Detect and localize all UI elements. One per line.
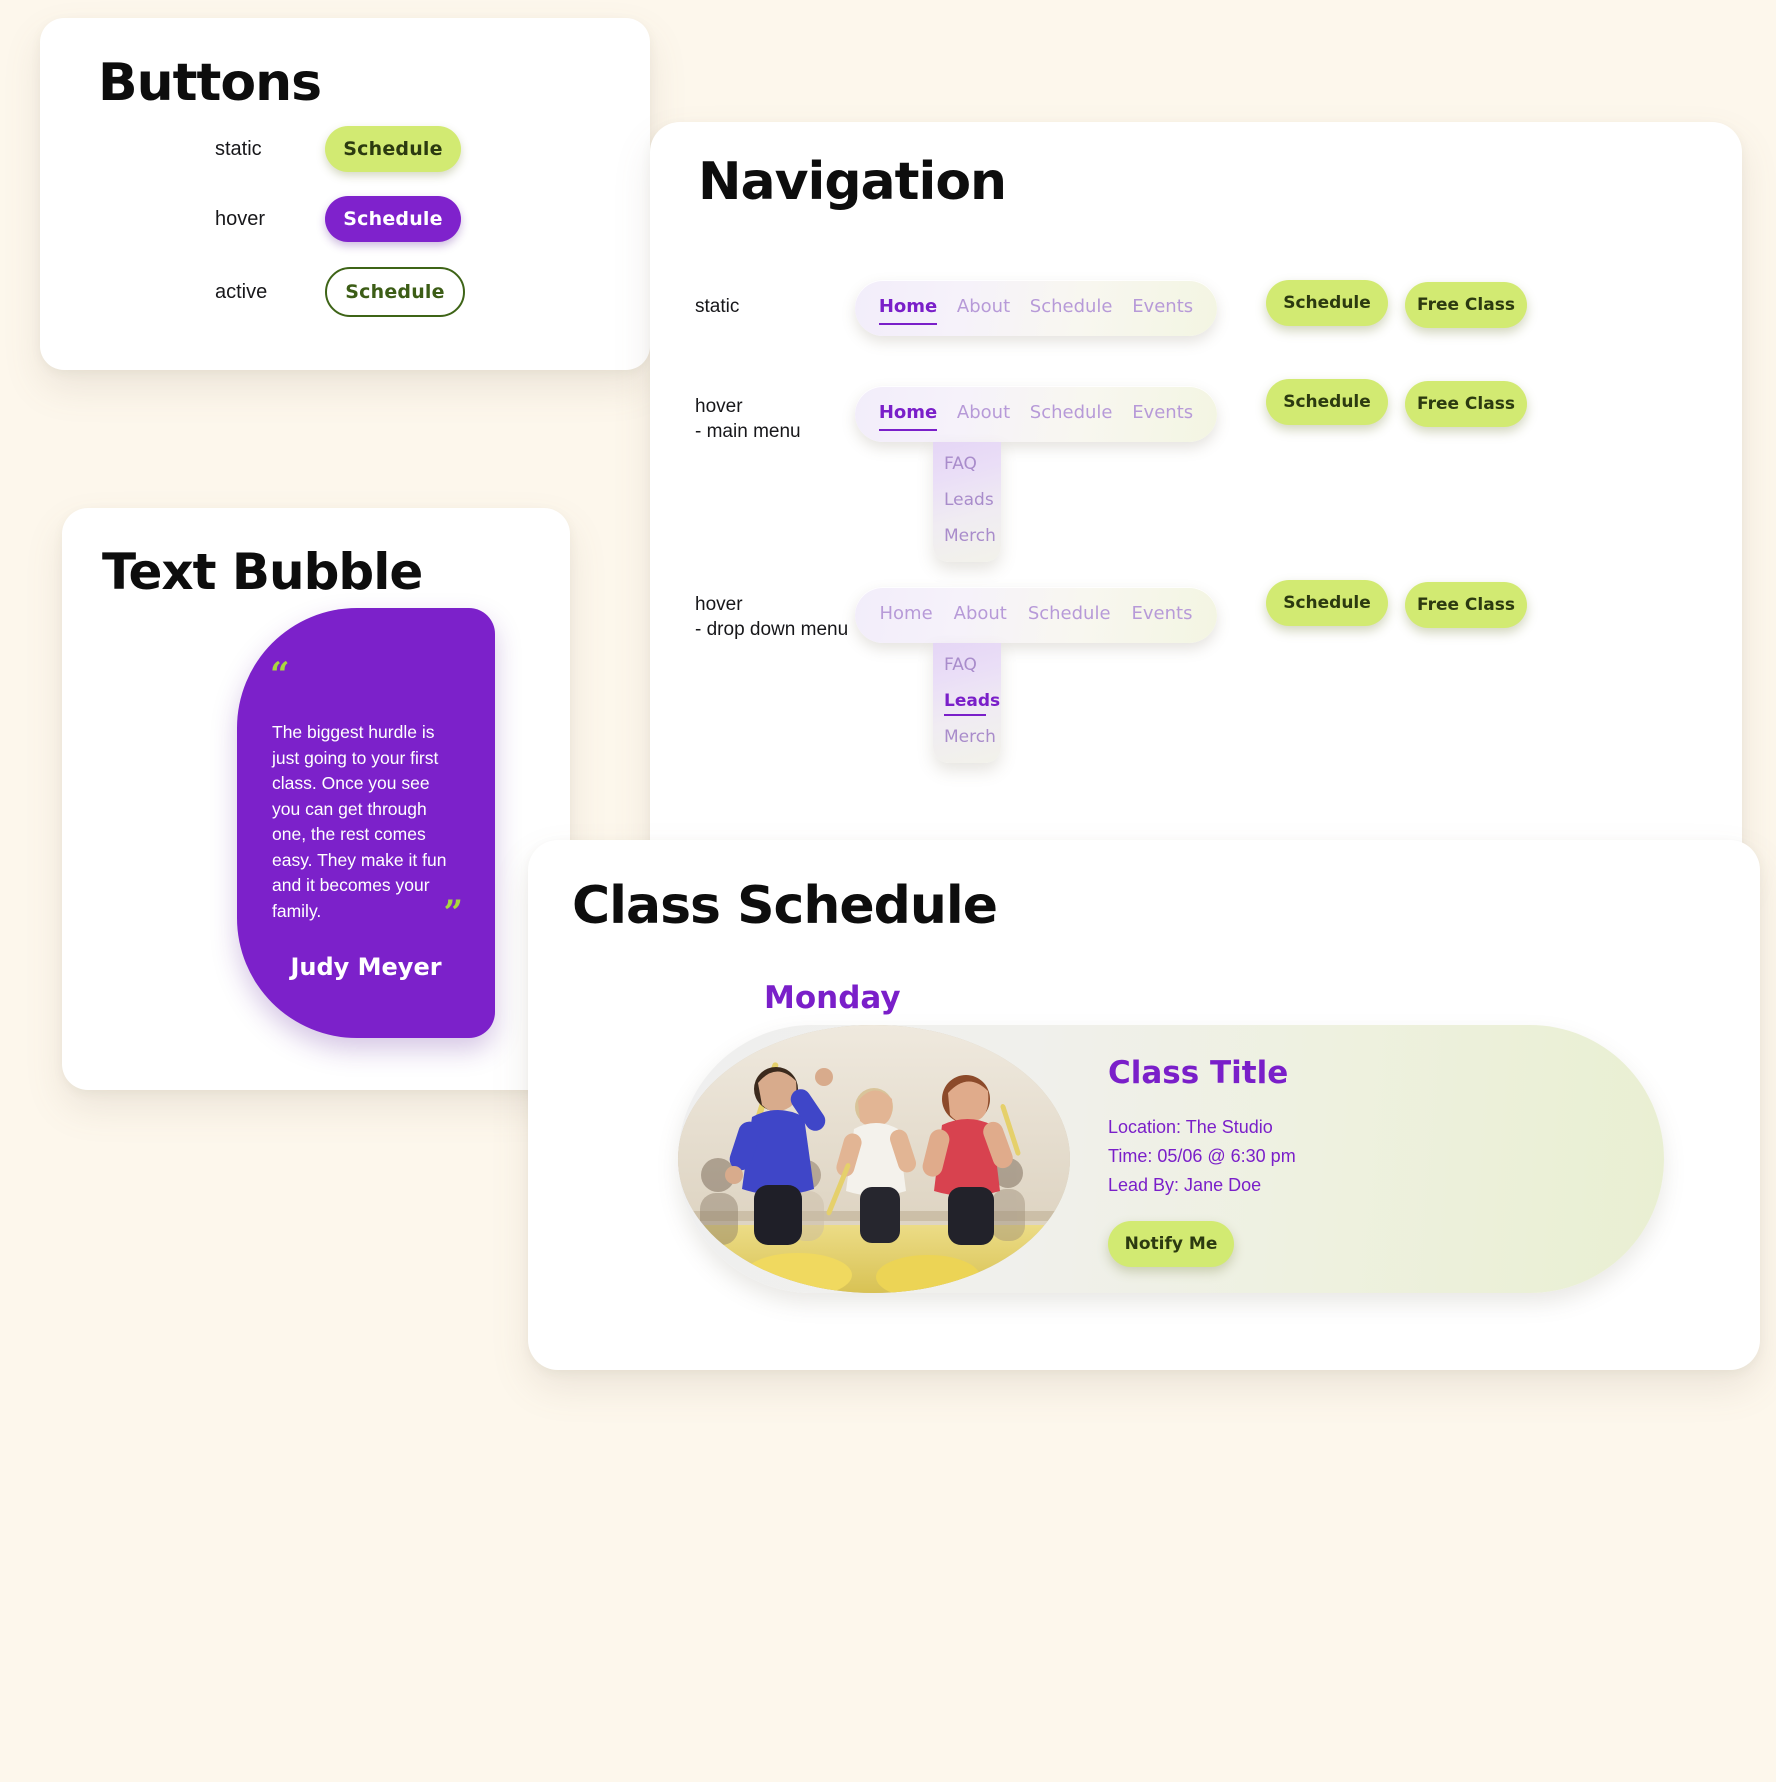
nav-link-schedule-static[interactable]: Schedule — [1030, 296, 1113, 320]
nav-link-home-hover-dropdown[interactable]: Home — [879, 603, 932, 627]
class-photo — [678, 1025, 1070, 1293]
nav-free-class-button-hover-main[interactable]: Free Class — [1405, 381, 1527, 427]
nav-link-schedule-hover-dropdown[interactable]: Schedule — [1028, 603, 1111, 627]
button-state-label-active: active — [215, 280, 268, 303]
schedule-button-static[interactable]: Schedule — [325, 126, 461, 172]
button-row-active: active Schedule — [215, 267, 465, 317]
navbar-hover-dropdown[interactable]: Home About Schedule Events — [855, 587, 1217, 643]
nav-state-label-hover-dropdown: hover - drop down menu — [695, 594, 849, 641]
nav-schedule-button-hover-dropdown[interactable]: Schedule — [1266, 580, 1388, 626]
notify-me-button[interactable]: Notify Me — [1108, 1221, 1234, 1267]
nav-free-class-button-static[interactable]: Free Class — [1405, 282, 1527, 328]
dropdown-item-leads-hover-dropdown[interactable]: Leads — [933, 691, 1000, 716]
navigation-section-title: Navigation — [698, 152, 1007, 212]
button-state-label-static: static — [215, 137, 262, 160]
nav-link-events-hover-dropdown[interactable]: Events — [1132, 603, 1193, 627]
schedule-button-hover[interactable]: Schedule — [325, 196, 461, 242]
schedule-day-label: Monday — [764, 980, 901, 1016]
class-info: Class Title Location: The Studio Time: 0… — [1108, 1055, 1296, 1200]
buttons-section-title: Buttons — [98, 53, 322, 113]
nav-schedule-button-hover-main[interactable]: Schedule — [1266, 379, 1388, 425]
class-time: Time: 05/06 @ 6:30 pm — [1108, 1146, 1296, 1167]
nav-link-about-static[interactable]: About — [957, 296, 1010, 320]
dropdown-item-faq-hover-main[interactable]: FAQ — [933, 454, 977, 474]
dropdown-item-merch-hover-dropdown[interactable]: Merch — [933, 727, 996, 747]
text-bubble-section-title: Text Bubble — [102, 543, 423, 601]
button-row-hover: hover Schedule — [215, 196, 461, 242]
buttons-card: Buttons static Schedule hover Schedule a… — [40, 18, 650, 370]
nav-dropdown-hover-main[interactable]: FAQ Leads Merch — [933, 442, 1001, 562]
nav-link-events-hover-main[interactable]: Events — [1132, 402, 1193, 426]
text-bubble-card: Text Bubble “ The biggest hurdle is just… — [62, 508, 570, 1090]
testimonial-quote-text: The biggest hurdle is just going to your… — [272, 722, 447, 921]
navigation-card: Navigation static Home About Schedule Ev… — [650, 122, 1742, 884]
quote-close-icon: ” — [443, 893, 463, 933]
nav-schedule-button-static[interactable]: Schedule — [1266, 280, 1388, 326]
dropdown-item-merch-hover-main[interactable]: Merch — [933, 526, 996, 546]
class-entry-card: Class Title Location: The Studio Time: 0… — [678, 1025, 1664, 1293]
navbar-hover-main[interactable]: Home About Schedule Events — [855, 386, 1217, 442]
nav-link-events-static[interactable]: Events — [1132, 296, 1193, 320]
class-title: Class Title — [1108, 1055, 1289, 1091]
nav-link-about-hover-dropdown[interactable]: About — [954, 603, 1007, 627]
class-photo-illustration — [678, 1025, 1070, 1293]
dropdown-item-faq-hover-dropdown[interactable]: FAQ — [933, 655, 977, 675]
nav-link-home-static[interactable]: Home — [878, 296, 938, 325]
nav-state-label-hover-main: hover - main menu — [695, 396, 801, 443]
class-schedule-section-title: Class Schedule — [572, 876, 998, 936]
testimonial-author: Judy Meyer — [290, 953, 442, 981]
class-location: Location: The Studio — [1108, 1117, 1273, 1137]
nav-link-schedule-hover-main[interactable]: Schedule — [1030, 402, 1113, 426]
quote-open-icon: “ — [270, 655, 290, 695]
button-row-static: static Schedule — [215, 126, 461, 172]
button-state-label-hover: hover — [215, 207, 266, 230]
dropdown-item-leads-hover-main[interactable]: Leads — [933, 490, 994, 510]
class-lead-by: Lead By: Jane Doe — [1108, 1175, 1262, 1196]
testimonial-bubble: “ The biggest hurdle is just going to yo… — [237, 608, 495, 1038]
nav-state-label-static: static — [695, 296, 740, 317]
nav-link-about-hover-main[interactable]: About — [957, 402, 1010, 426]
schedule-button-active[interactable]: Schedule — [325, 267, 465, 317]
nav-dropdown-hover-dropdown[interactable]: FAQ Leads Merch — [933, 643, 1001, 763]
nav-free-class-button-hover-dropdown[interactable]: Free Class — [1405, 582, 1527, 628]
nav-link-home-hover-main[interactable]: Home — [878, 402, 938, 431]
class-schedule-card: Class Schedule Monday Class Title Locati… — [528, 840, 1760, 1370]
navbar-static[interactable]: Home About Schedule Events — [855, 280, 1217, 336]
